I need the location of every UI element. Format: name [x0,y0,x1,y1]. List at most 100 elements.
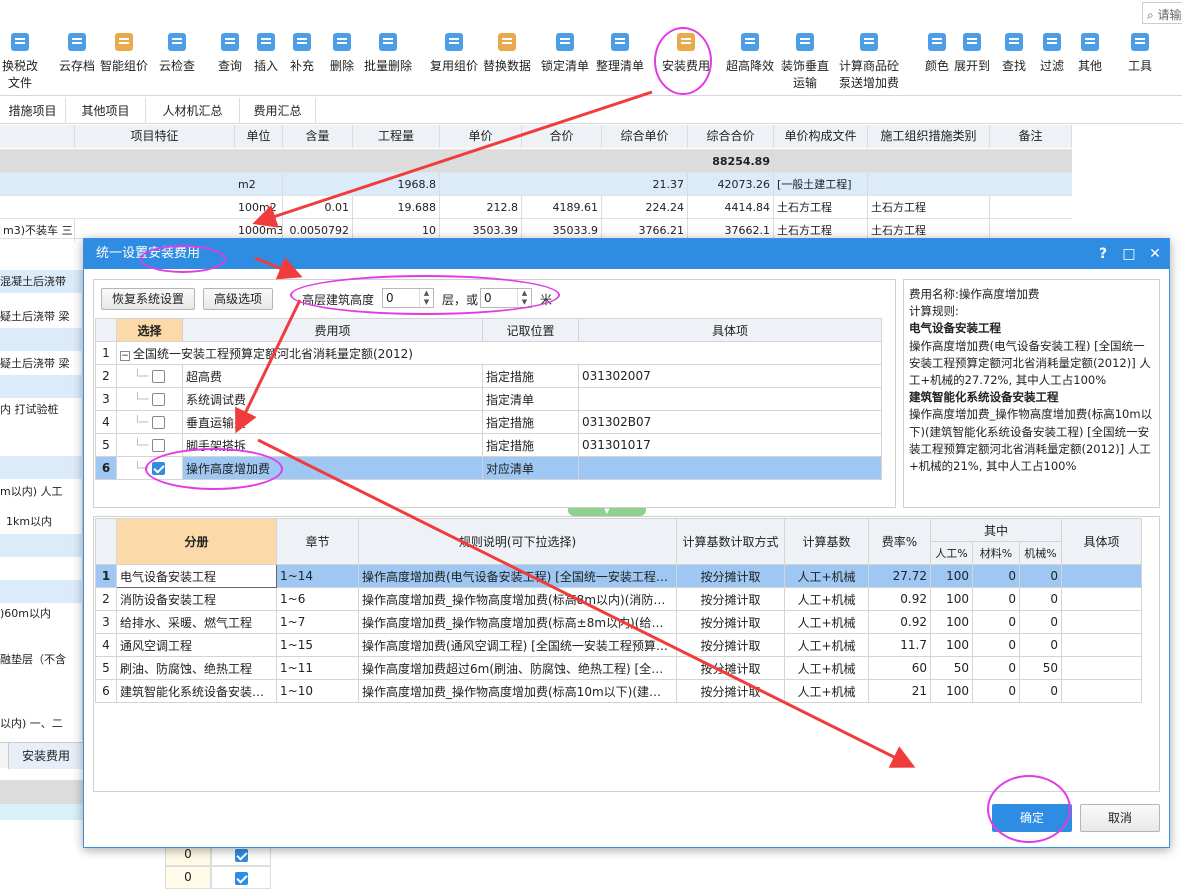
cell-method[interactable]: 按分摊计取 [676,656,785,680]
cell-item[interactable] [1061,564,1143,588]
table-row[interactable]: m3)不装车 三 1000m3 0.0050792 10 3503.39 350… [0,219,1072,242]
toolbar-button-12[interactable]: 整理清单 [596,30,644,74]
tab-other-items[interactable]: 其他项目 [66,98,146,124]
cell-item[interactable] [1061,633,1143,657]
cell-method[interactable]: 按分摊计取 [676,679,785,703]
table-row[interactable]: 3 给排水、采暖、燃气工程 1~7 操作高度增加费_操作物高度增加费(标高±8m… [95,610,1143,634]
table-row[interactable]: 4 └─ 垂直运输费 指定措施 031302B07 [95,410,882,434]
fee-position[interactable]: 指定措施 [482,364,579,388]
cell-rate[interactable]: 60 [868,656,931,680]
cell-rule[interactable]: 操作高度增加费_操作物高度增加费(标高8m以内)(消防设备安装工程) [358,587,677,611]
cell-labor[interactable]: 100 [930,610,973,634]
cell-material[interactable]: 0 [972,679,1020,703]
toolbar-button-10[interactable]: 替换数据 [483,30,531,74]
cell-fence[interactable]: 建筑智能化系统设备安装工程 [116,679,277,703]
checkbox-checked-icon[interactable] [234,872,248,885]
cell-rule[interactable]: 操作高度增加费_操作物高度增加费(标高±8m以内)(给排水、采暖、燃气工程) [358,610,677,634]
toolbar-button-15[interactable]: 装饰垂直 运输 [781,30,829,91]
fee-position[interactable]: 指定措施 [482,410,579,434]
list-item[interactable]: 混凝土后浇带 [0,270,83,293]
splitter-handle[interactable]: ▼ [568,508,646,516]
table-row[interactable]: 6 建筑智能化系统设备安装工程 1~10 操作高度增加费_操作物高度增加费(标高… [95,679,1143,703]
cell-fence[interactable]: 刷油、防腐蚀、绝热工程 [116,656,277,680]
cell-rule[interactable]: 操作高度增加费超过6m(刷油、防腐蚀、绝热工程) [全国统一安装工程] [358,656,677,680]
cell-machine[interactable]: 0 [1018,679,1063,703]
cell-fence[interactable]: 通风空调工程 [116,633,277,657]
table-row[interactable]: 5 刷油、防腐蚀、绝热工程 1~11 操作高度增加费超过6m(刷油、防腐蚀、绝热… [95,656,1143,680]
cell-chapter[interactable]: 1~14 [276,564,359,588]
cell-material[interactable]: 0 [972,633,1020,657]
list-item[interactable]: 1km以内 [0,510,83,533]
cell-base[interactable]: 人工+机械 [784,587,869,611]
advanced-options-button[interactable]: 高级选项 [203,288,273,310]
cell-fence[interactable]: 给排水、采暖、燃气工程 [116,610,277,634]
list-item[interactable]: 疑土后浇带 梁 [0,352,83,375]
cell-rate[interactable]: 11.7 [868,633,931,657]
toolbar-button-18[interactable]: 展开到 [948,30,996,74]
cell-rate[interactable]: 0.92 [868,587,931,611]
table-row-selected[interactable]: 1 电气设备安装工程 1~14 操作高度增加费(电气设备安装工程) [全国统一安… [95,564,1143,588]
cell-fence[interactable]: 电气设备安装工程 [116,564,277,588]
cell-base[interactable]: 人工+机械 [784,633,869,657]
toolbar-button-16[interactable]: 计算商品砼 泵送增加费 [837,30,901,91]
cell-rate[interactable]: 21 [868,679,931,703]
table-row[interactable]: 2 消防设备安装工程 1~6 操作高度增加费_操作物高度增加费(标高8m以内)(… [95,587,1143,611]
fee-item[interactable]: 031302007 [578,364,882,388]
fee-item[interactable]: 031301017 [578,433,882,457]
table-row[interactable]: 3 └─ 系统调试费 指定清单 [95,387,882,411]
cell-machine[interactable]: 0 [1018,633,1063,657]
tab-labor-material[interactable]: 人材机汇总 [146,98,240,124]
list-item[interactable]: 以内) 一、二 [0,712,83,735]
cell-item[interactable] [1061,656,1143,680]
cell-item[interactable] [1061,610,1143,634]
cell-value[interactable]: 0 [165,866,211,889]
cell-base[interactable]: 人工+机械 [784,679,869,703]
cell-item[interactable] [1061,587,1143,611]
cell-base[interactable]: 人工+机械 [784,656,869,680]
cell-material[interactable]: 0 [972,610,1020,634]
toolbar-button-7[interactable]: 删除 [318,30,366,74]
cell-material[interactable]: 0 [972,564,1020,588]
table-row[interactable]: 100m2 0.01 19.688 212.8 4189.61 224.24 4… [0,196,1072,219]
cell-chapter[interactable]: 1~15 [276,633,359,657]
toolbar-button-1[interactable]: 云存档 [53,30,101,74]
fee-position[interactable]: 指定清单 [482,387,579,411]
cell-material[interactable]: 0 [972,656,1020,680]
toolbar-button-14[interactable]: 超高降效 [726,30,774,74]
cell-material[interactable]: 0 [972,587,1020,611]
cell-rate[interactable]: 0.92 [868,610,931,634]
list-item[interactable]: 内 打试验桩 [0,398,83,421]
cell-rule[interactable]: 操作高度增加费_操作物高度增加费(标高10m以下)(建筑智能化系统设备安装工程) [358,679,677,703]
toolbar-button-22[interactable]: 工具 [1116,30,1164,74]
row-checkbox[interactable] [211,866,271,889]
restore-system-button[interactable]: 恢复系统设置 [101,288,195,310]
toolbar-button-3[interactable]: 云检查 [153,30,201,74]
cell-chapter[interactable]: 1~10 [276,679,359,703]
cell-fence[interactable]: 消防设备安装工程 [116,587,277,611]
checkbox[interactable] [152,393,166,406]
cell-chapter[interactable]: 1~11 [276,656,359,680]
cell-machine[interactable]: 50 [1018,656,1063,680]
cell-method[interactable]: 按分摊计取 [676,587,785,611]
toolbar-button-21[interactable]: 其他 [1066,30,1114,74]
cell-machine[interactable]: 0 [1018,587,1063,611]
search-input[interactable]: ⌕ 请输 [1142,2,1182,24]
help-icon[interactable]: ? [1091,239,1115,269]
cell-rule[interactable]: 操作高度增加费(电气设备安装工程) [全国统一安装工程预算定额河北省消耗量定额(… [358,564,677,588]
tab-fee-summary[interactable]: 费用汇总 [240,98,316,124]
close-icon[interactable]: ✕ [1143,239,1167,269]
table-row[interactable]: 1 − 全国统一安装工程预算定额河北省消耗量定额(2012) [95,341,882,365]
list-item[interactable]: 疑土后浇带 梁 [0,305,83,328]
cell-labor[interactable]: 100 [930,587,973,611]
table-row[interactable]: 4 通风空调工程 1~15 操作高度增加费(通风空调工程) [全国统一安装工程预… [95,633,1143,657]
fee-item[interactable] [578,387,882,411]
cancel-button[interactable]: 取消 [1080,804,1160,832]
toolbar-button-8[interactable]: 批量删除 [364,30,412,74]
fee-item[interactable]: 031302B07 [578,410,882,434]
checkbox[interactable] [152,439,166,452]
list-item[interactable]: )60m以内 [0,602,83,625]
cell-method[interactable]: 按分摊计取 [676,610,785,634]
checkbox[interactable] [152,416,166,429]
toolbar-button-9[interactable]: 复用组价 [430,30,478,74]
tab-measures[interactable]: 措施项目 [0,98,66,124]
